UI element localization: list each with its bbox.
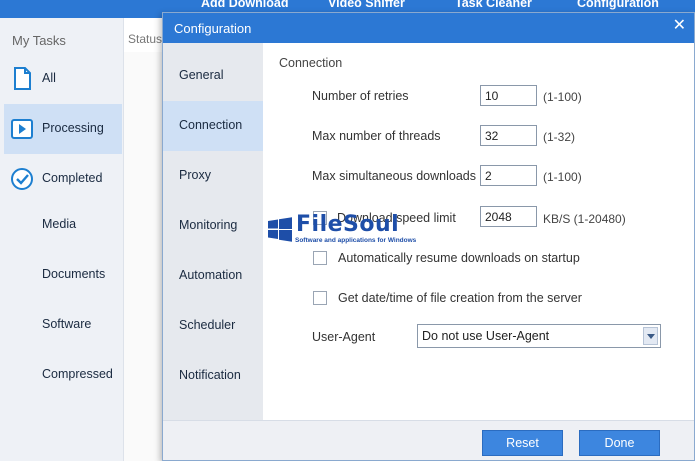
check-circle-icon bbox=[11, 168, 33, 190]
nav-notification[interactable]: Notification bbox=[163, 351, 263, 401]
sidebar-item-media[interactable]: Media bbox=[4, 200, 122, 250]
nav-label: Monitoring bbox=[179, 218, 238, 232]
tasks-sidebar: My Tasks All Processing Completed Media … bbox=[0, 18, 124, 461]
nav-monitoring[interactable]: Monitoring bbox=[163, 201, 263, 251]
user-agent-value: Do not use User-Agent bbox=[422, 329, 550, 343]
task-cleaner-button[interactable]: Task Cleaner bbox=[455, 0, 532, 10]
windows-logo-icon bbox=[268, 217, 292, 242]
sidebar-item-label: Compressed bbox=[42, 367, 113, 381]
configuration-button[interactable]: Configuration bbox=[577, 0, 659, 10]
threads-range: (1-32) bbox=[543, 130, 576, 144]
sidebar-title: My Tasks bbox=[12, 33, 66, 48]
play-icon bbox=[11, 119, 33, 139]
simultaneous-label: Max simultaneous downloads bbox=[312, 169, 476, 183]
chevron-down-icon[interactable] bbox=[643, 327, 658, 345]
sidebar-item-label: All bbox=[42, 71, 56, 85]
file-date-checkbox[interactable] bbox=[313, 291, 327, 305]
close-icon[interactable]: ✕ bbox=[673, 16, 686, 36]
nav-general[interactable]: General bbox=[163, 51, 263, 101]
filesoul-watermark: FileSoul Software and applications for W… bbox=[266, 212, 436, 248]
nav-label: Connection bbox=[179, 118, 243, 132]
retries-range: (1-100) bbox=[543, 90, 582, 104]
add-download-button[interactable]: Add Download bbox=[201, 0, 289, 10]
simultaneous-input[interactable] bbox=[480, 165, 537, 186]
status-column-header[interactable]: Status bbox=[128, 32, 162, 46]
nav-label: Notification bbox=[179, 368, 241, 382]
nav-proxy[interactable]: Proxy bbox=[163, 151, 263, 201]
nav-label: General bbox=[179, 68, 224, 82]
retries-input[interactable] bbox=[480, 85, 537, 106]
done-button[interactable]: Done bbox=[579, 430, 660, 456]
speed-limit-range: KB/S (1-20480) bbox=[543, 212, 626, 226]
sidebar-item-documents[interactable]: Documents bbox=[4, 250, 122, 300]
simultaneous-range: (1-100) bbox=[543, 170, 582, 184]
nav-label: Scheduler bbox=[179, 318, 236, 332]
nav-automation[interactable]: Automation bbox=[163, 251, 263, 301]
document-icon bbox=[14, 67, 31, 90]
sidebar-item-label: Processing bbox=[42, 121, 104, 135]
sidebar-item-label: Documents bbox=[42, 267, 106, 281]
sidebar-item-software[interactable]: Software bbox=[4, 300, 122, 350]
watermark-subtitle: Software and applications for Windows bbox=[295, 237, 417, 244]
watermark-text: FileSoul bbox=[296, 212, 400, 237]
nav-connection[interactable]: Connection bbox=[163, 101, 263, 151]
user-agent-select[interactable]: Do not use User-Agent bbox=[417, 324, 661, 348]
auto-resume-checkbox[interactable] bbox=[313, 251, 327, 265]
section-title: Connection bbox=[279, 56, 343, 70]
threads-label: Max number of threads bbox=[312, 129, 441, 143]
sidebar-item-all[interactable]: All bbox=[4, 54, 122, 104]
threads-input[interactable] bbox=[480, 125, 537, 146]
task-list-area bbox=[124, 52, 164, 461]
nav-scheduler[interactable]: Scheduler bbox=[163, 301, 263, 351]
sidebar-item-label: Software bbox=[42, 317, 92, 331]
nav-label: Proxy bbox=[179, 168, 211, 182]
sidebar-item-compressed[interactable]: Compressed bbox=[4, 350, 122, 400]
retries-label: Number of retries bbox=[312, 89, 409, 103]
sidebar-item-completed[interactable]: Completed bbox=[4, 154, 122, 204]
speed-limit-input[interactable] bbox=[480, 206, 537, 227]
user-agent-label: User-Agent bbox=[312, 330, 376, 344]
dialog-footer: Reset Done bbox=[163, 420, 694, 460]
sidebar-item-processing[interactable]: Processing bbox=[4, 104, 122, 154]
auto-resume-label: Automatically resume downloads on startu… bbox=[338, 251, 580, 265]
dialog-title: Configuration bbox=[174, 21, 252, 36]
reset-button[interactable]: Reset bbox=[482, 430, 563, 456]
sidebar-item-label: Completed bbox=[42, 171, 103, 185]
sidebar-item-label: Media bbox=[42, 217, 77, 231]
video-sniffer-button[interactable]: Video Sniffer bbox=[328, 0, 405, 10]
nav-label: Automation bbox=[179, 268, 243, 282]
dialog-titlebar[interactable]: Configuration ✕ bbox=[163, 13, 694, 43]
settings-nav: General Connection Proxy Monitoring Auto… bbox=[163, 43, 263, 420]
file-date-label: Get date/time of file creation from the … bbox=[338, 291, 582, 305]
